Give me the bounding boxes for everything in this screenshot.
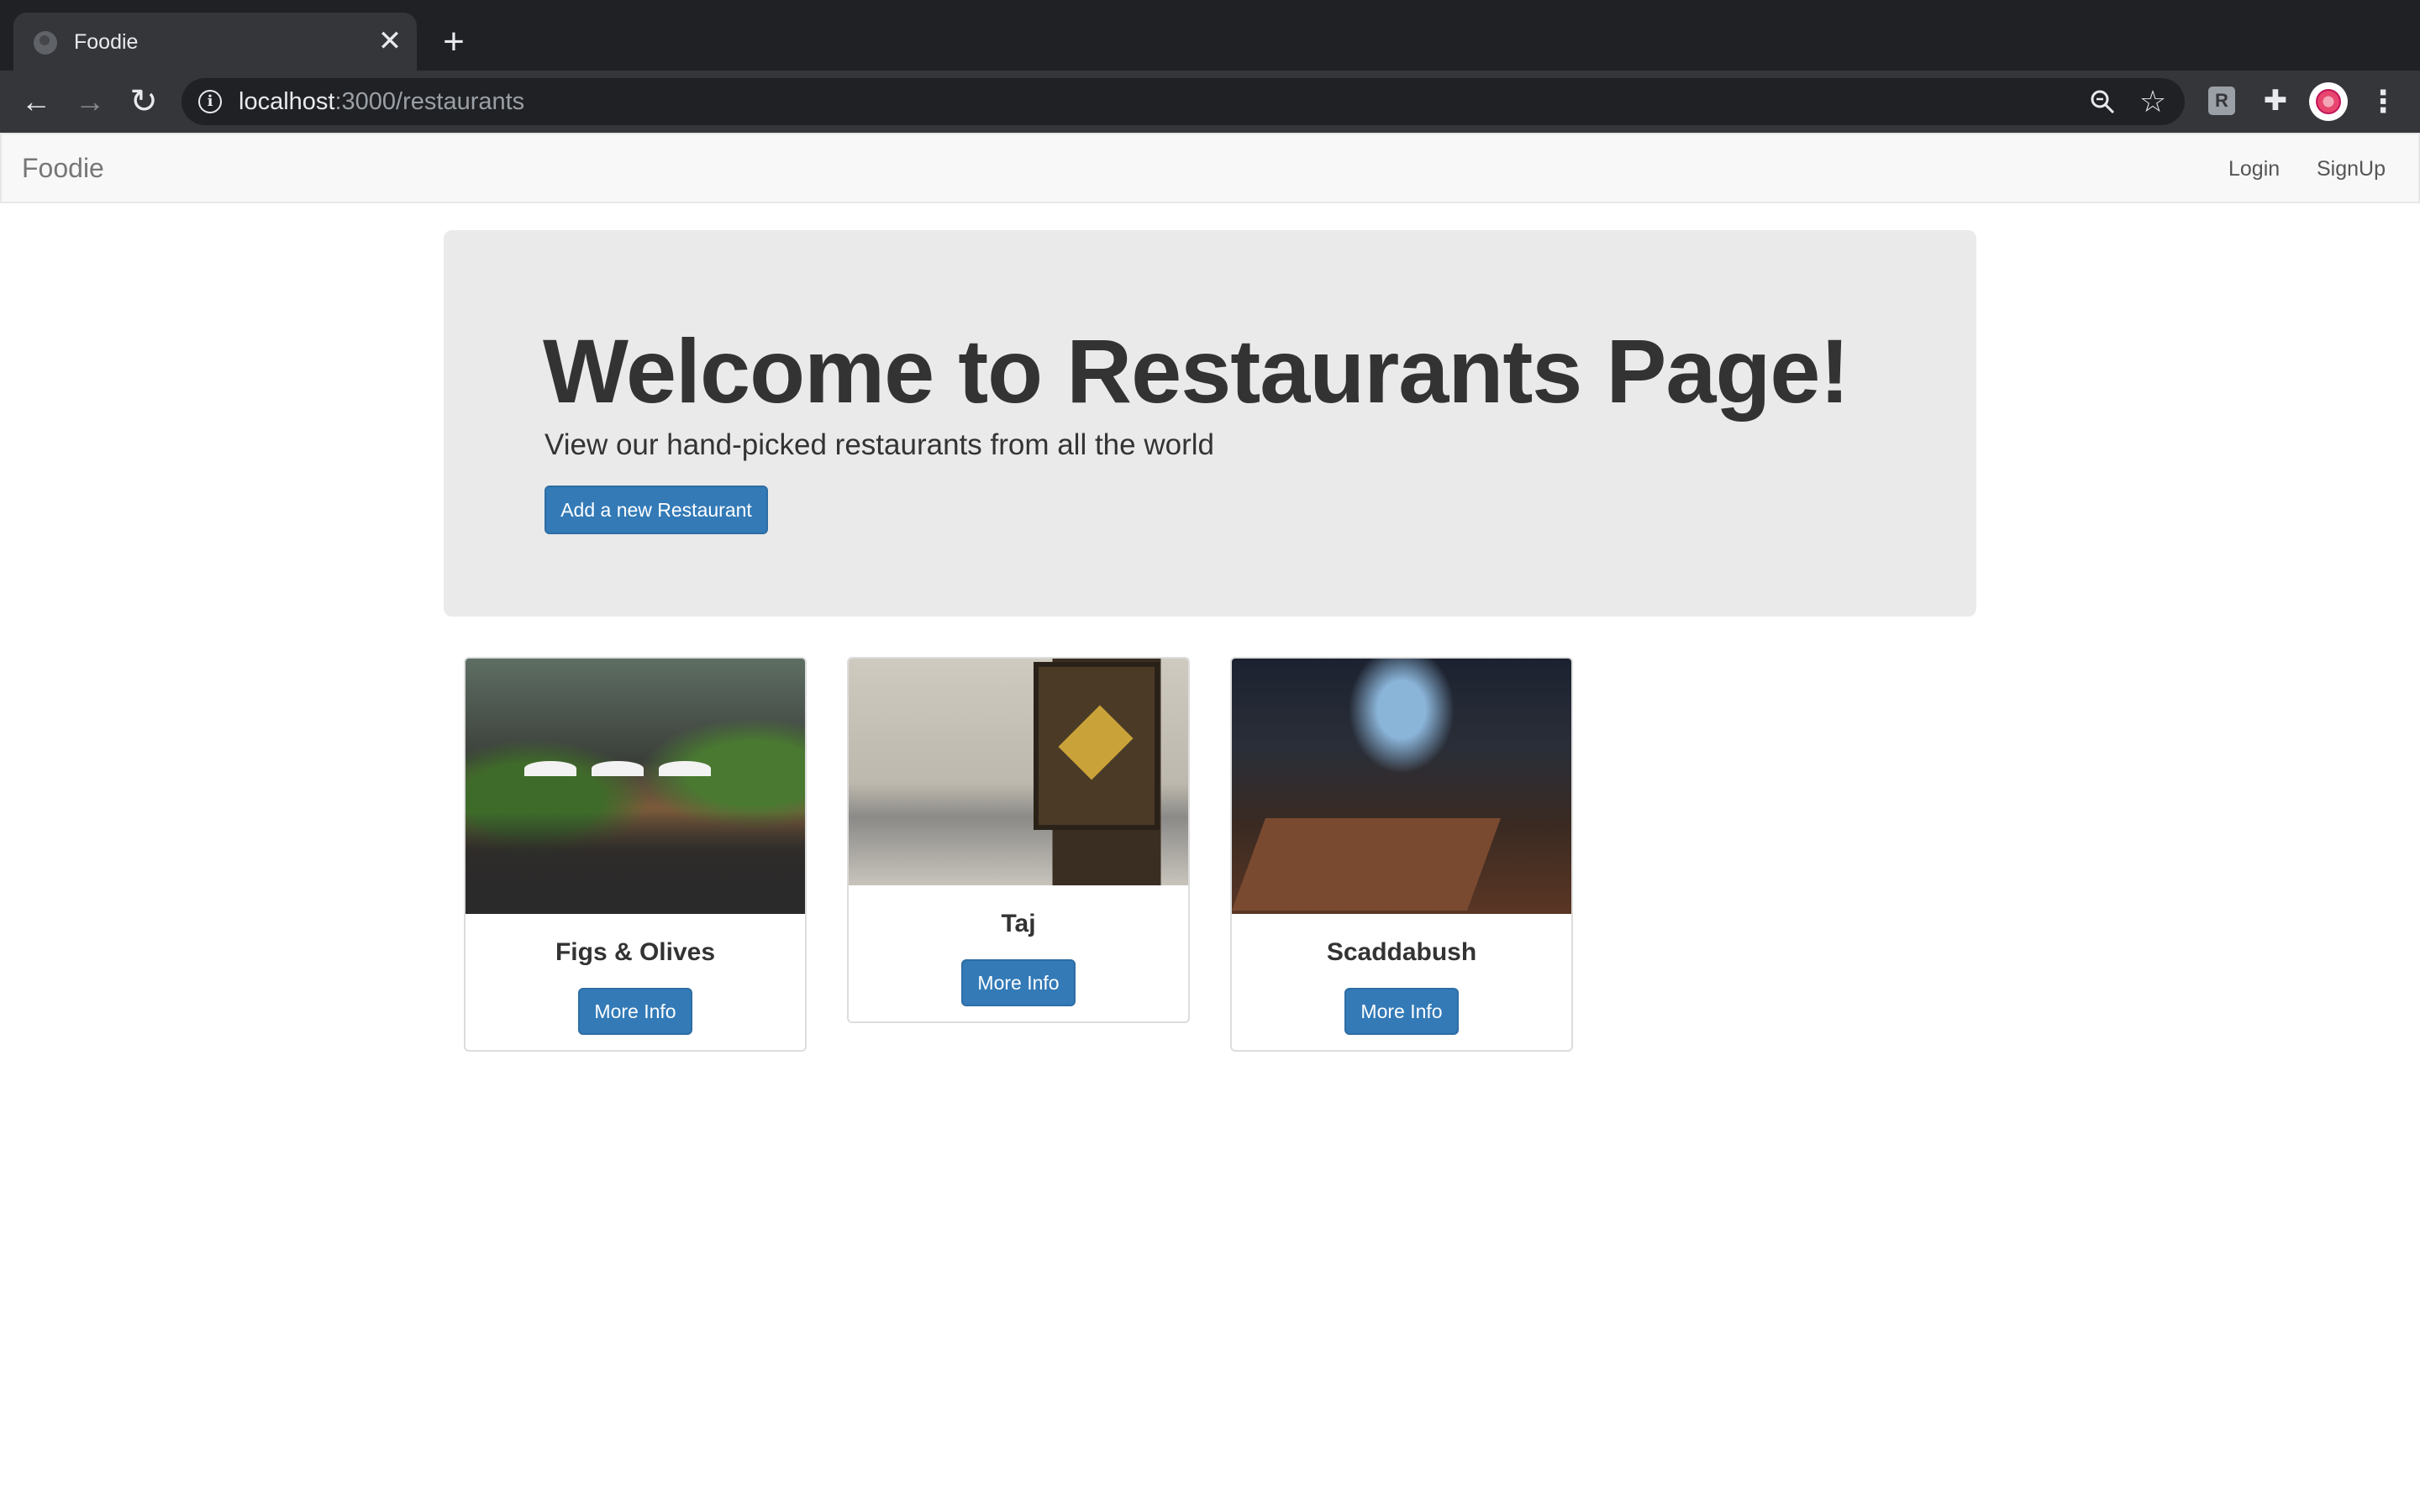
tab-title: Foodie xyxy=(74,30,139,54)
arrow-left-icon[interactable]: ← xyxy=(17,82,55,121)
browser-tab[interactable]: Foodie ✕ xyxy=(13,13,417,71)
site-navbar: Foodie Login SignUp xyxy=(0,133,2420,203)
restaurant-name: Taj xyxy=(1001,910,1036,937)
restaurant-photo-dining-room-tapestry xyxy=(849,659,1188,885)
close-tab-icon[interactable]: ✕ xyxy=(375,26,405,56)
address-bar[interactable]: i localhost:3000/restaurants ☆ xyxy=(182,78,2185,125)
restaurant-photo-interior-bar xyxy=(1232,659,1571,914)
restaurant-card: Figs & Olives More Info xyxy=(464,657,807,1052)
arrow-right-icon[interactable]: → xyxy=(71,82,109,121)
puzzle-icon[interactable]: ✚ xyxy=(2259,84,2292,118)
restaurant-card: Scaddabush More Info xyxy=(1230,657,1573,1052)
extension-icon[interactable]: R xyxy=(2208,87,2235,115)
more-info-button[interactable]: More Info xyxy=(578,988,692,1035)
page-subtitle: View our hand-picked restaurants from al… xyxy=(544,428,1214,461)
url-host: localhost xyxy=(239,88,335,115)
url-path: :3000/restaurants xyxy=(334,88,525,115)
info-icon[interactable]: i xyxy=(198,90,222,113)
umbrella-shape xyxy=(592,761,644,776)
restaurant-photo-outdoor-patio xyxy=(466,659,805,914)
reload-icon[interactable]: ↻ xyxy=(124,82,163,121)
brand-link[interactable]: Foodie xyxy=(22,151,104,185)
add-restaurant-button[interactable]: Add a new Restaurant xyxy=(544,486,768,534)
page-title: Welcome to Restaurants Page! xyxy=(543,320,1849,422)
url-text[interactable]: localhost:3000/restaurants xyxy=(239,87,524,116)
jumbotron: Welcome to Restaurants Page! View our ha… xyxy=(444,230,1976,617)
globe-icon xyxy=(34,31,57,55)
umbrella-shape xyxy=(524,761,576,776)
restaurant-name: Figs & Olives xyxy=(555,938,716,966)
tapestry-shape xyxy=(1034,662,1160,830)
new-tab-icon[interactable]: + xyxy=(434,24,474,64)
profile-avatar[interactable] xyxy=(2309,82,2348,121)
login-link[interactable]: Login xyxy=(2228,155,2280,182)
zoom-icon[interactable] xyxy=(2089,88,2116,115)
table-shape xyxy=(1232,818,1502,911)
kebab-menu-icon[interactable]: ⋮ xyxy=(2366,82,2400,121)
browser-tab-strip: Foodie ✕ + xyxy=(0,0,2420,71)
restaurant-card: Taj More Info xyxy=(847,657,1190,1023)
browser-toolbar: ← → ↻ i localhost:3000/restaurants ☆ R ✚… xyxy=(0,71,2420,133)
more-info-button[interactable]: More Info xyxy=(961,959,1076,1006)
more-info-button[interactable]: More Info xyxy=(1344,988,1459,1035)
signup-link[interactable]: SignUp xyxy=(2317,155,2386,182)
restaurant-name: Scaddabush xyxy=(1326,938,1477,966)
star-icon[interactable]: ☆ xyxy=(2136,85,2170,118)
umbrella-shape xyxy=(659,761,711,776)
